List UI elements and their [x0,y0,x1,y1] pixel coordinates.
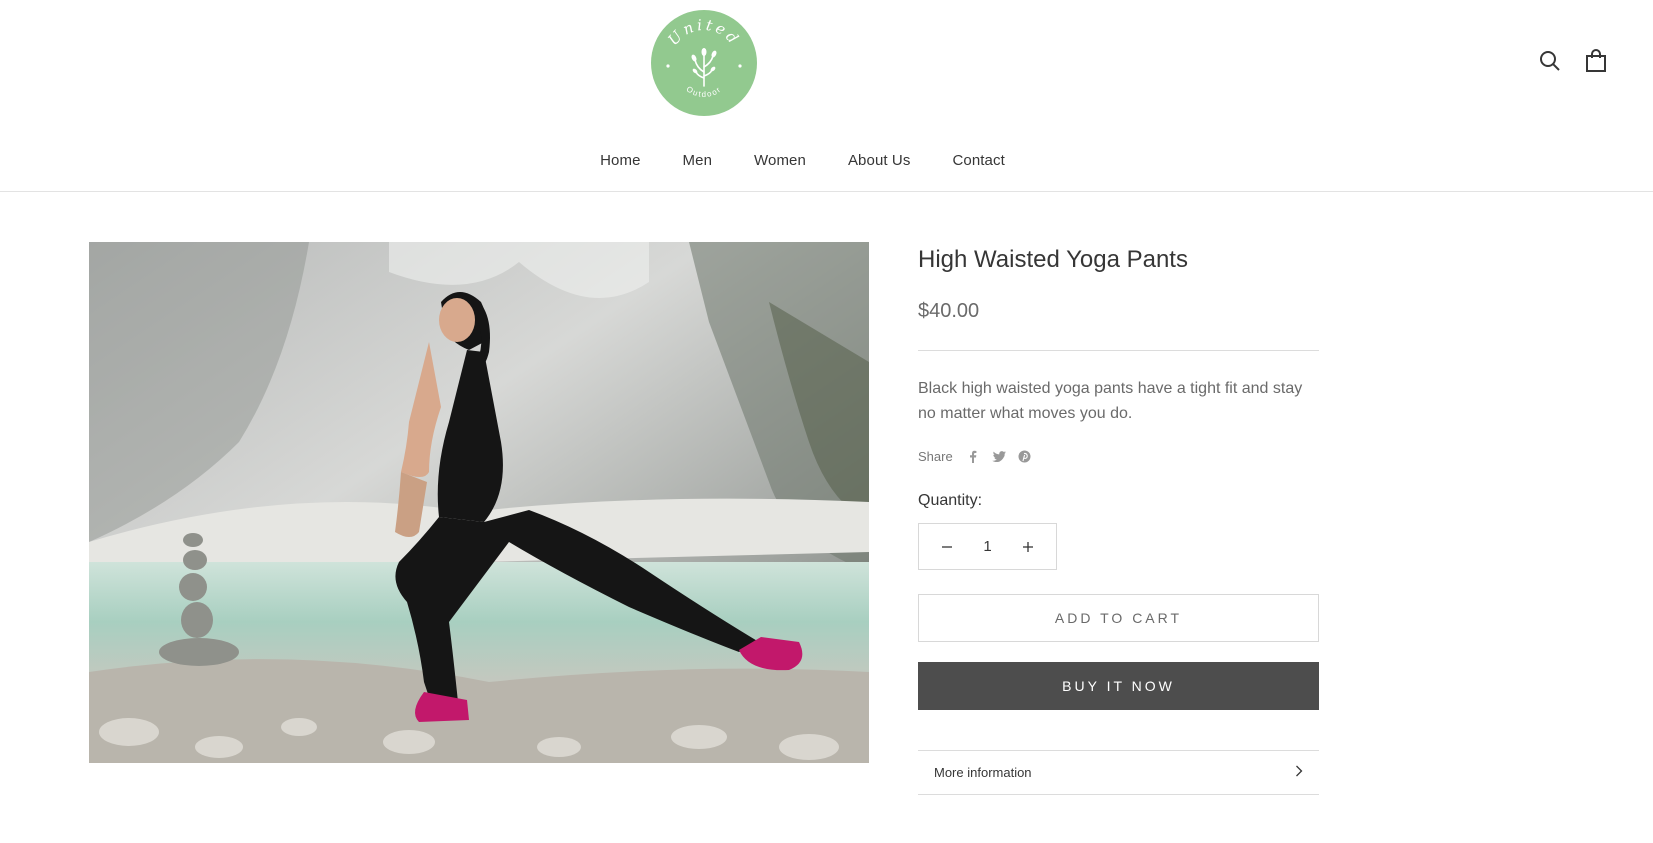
buy-it-now-button[interactable]: BUY IT NOW [918,662,1319,710]
minus-icon[interactable] [939,539,955,555]
product-photo[interactable] [89,242,869,763]
logo-text-top: United [664,16,741,49]
chevron-right-icon [1295,765,1303,780]
share-label: Share [918,448,953,464]
cart-bag-icon[interactable] [1584,48,1608,74]
quantity-label: Quantity: [918,492,983,509]
product-price: $40.00 [918,300,980,322]
site-header: United Outdoor Home Men Women About Us C… [0,0,1653,192]
main-navigation: Home Men Women About Us Contact [0,152,1653,169]
add-to-cart-button[interactable]: ADD TO CART [918,594,1319,642]
share-row: Share [918,448,1319,464]
search-icon[interactable] [1538,48,1562,74]
nav-men[interactable]: Men [683,152,712,169]
twitter-icon[interactable] [991,448,1007,464]
more-information-toggle[interactable]: More information [918,750,1319,795]
pinterest-icon[interactable] [1017,448,1033,464]
nav-home[interactable]: Home [600,152,640,169]
nav-women[interactable]: Women [754,152,806,169]
divider [918,350,1319,351]
more-information-label: More information [934,765,1032,780]
plus-icon[interactable] [1020,539,1036,555]
svg-text:United: United [664,16,744,49]
logo-emblem: United Outdoor [664,16,744,99]
nav-about-us[interactable]: About Us [848,152,911,169]
product-info: High Waisted Yoga Pants $40.00 Black hig… [918,242,1319,795]
nav-contact[interactable]: Contact [952,152,1004,169]
share-icons [965,448,1033,464]
header-actions [1538,48,1608,74]
product-title: High Waisted Yoga Pants [918,246,1188,273]
facebook-icon[interactable] [965,448,981,464]
quantity-stepper [918,523,1057,570]
brand-logo[interactable]: United Outdoor [651,10,757,116]
quantity-input[interactable] [972,538,1003,555]
product-description: Black high waisted yoga pants have a tig… [918,380,1303,422]
